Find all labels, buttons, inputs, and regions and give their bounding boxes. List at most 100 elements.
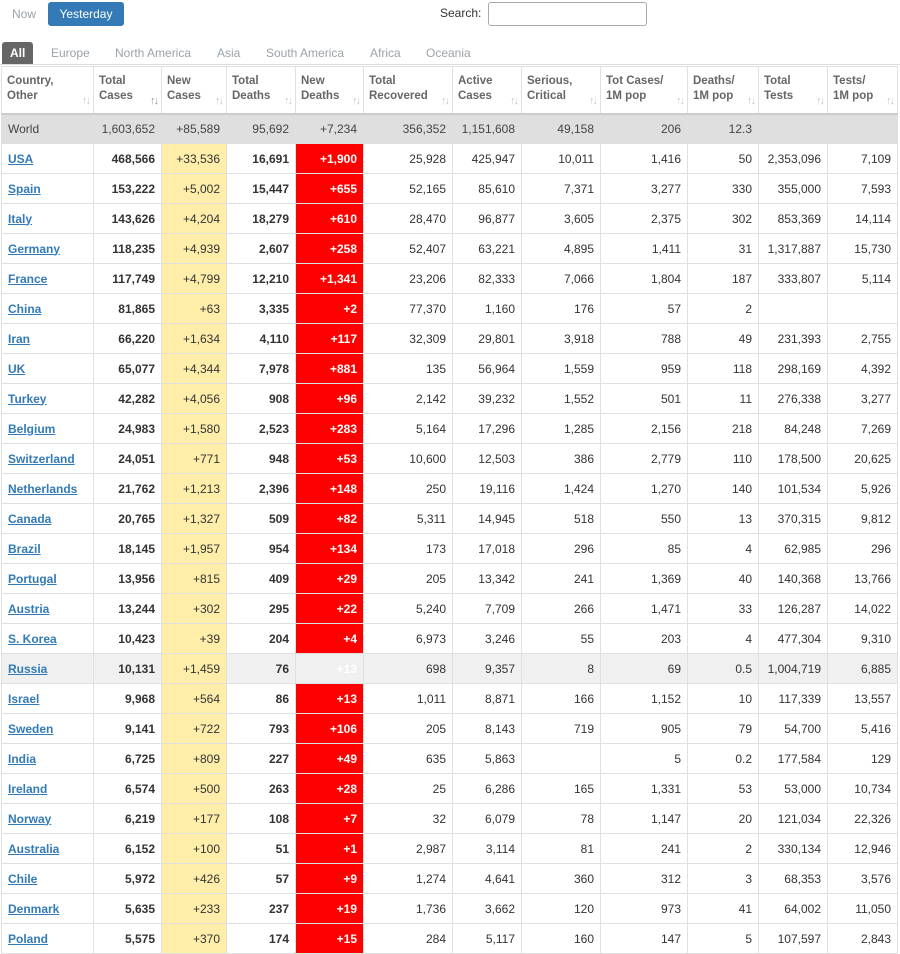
column-header-deaths-per-1m[interactable]: Deaths/1M pop ↑↓ — [687, 66, 759, 115]
country-link[interactable]: UK — [8, 362, 25, 376]
column-header-label: 1M pop — [833, 90, 874, 102]
country-link[interactable]: Israel — [8, 692, 39, 706]
cell-total-recovered: 250 — [363, 473, 453, 504]
country-link[interactable]: Sweden — [8, 722, 53, 736]
cell-tests-per-1m: 22,326 — [827, 803, 898, 834]
cell-total-deaths: 15,447 — [226, 173, 296, 204]
column-header-label: Total — [99, 75, 126, 87]
country-link[interactable]: Portugal — [8, 572, 57, 586]
cell-total-tests: 117,339 — [758, 683, 828, 714]
cell-total-cases: 13,244 — [93, 593, 162, 624]
cell-new-deaths: +117 — [295, 323, 364, 354]
cell-active-cases: 85,610 — [452, 173, 522, 204]
cell-tests-per-1m: 3,277 — [827, 383, 898, 414]
cell-serious-critical: 266 — [521, 593, 601, 624]
country-link[interactable]: Spain — [8, 182, 41, 196]
now-toggle[interactable]: Now — [4, 3, 44, 25]
cell-total-deaths: 108 — [226, 803, 296, 834]
cell-tests-per-1m: 11,050 — [827, 893, 898, 924]
column-header-new-deaths[interactable]: New Deaths ↑↓ — [295, 66, 364, 115]
cell-serious-critical: 386 — [521, 443, 601, 474]
top-bar: Now Yesterday Search: — [0, 0, 900, 38]
region-tab-all[interactable]: All — [2, 42, 34, 64]
country-link[interactable]: Iran — [8, 332, 30, 346]
cell-tot-cases-per-1m: 1,804 — [600, 263, 688, 294]
column-header-total-tests[interactable]: Total Tests ↑↓ — [758, 66, 828, 115]
yesterday-toggle[interactable]: Yesterday — [48, 2, 124, 26]
region-tab-asia[interactable]: Asia — [217, 42, 240, 64]
cell-total-recovered: 698 — [363, 653, 453, 684]
country-link[interactable]: S. Korea — [8, 632, 57, 646]
cell-active-cases: 3,662 — [452, 893, 522, 924]
column-header-total-recovered[interactable]: Total Recovered ↑↓ — [363, 66, 453, 115]
region-tab-africa[interactable]: Africa — [370, 42, 401, 64]
cell-active-cases: 96,877 — [452, 203, 522, 234]
country-link[interactable]: Canada — [8, 512, 51, 526]
cell-tot-cases-per-1m: 3,277 — [600, 173, 688, 204]
table-body: World 1,603,652 +85,589 95,692 +7,234 356,352… — [1, 113, 898, 954]
cell-country: Sweden — [1, 713, 94, 744]
cell-new-cases: +426 — [161, 863, 227, 894]
country-link[interactable]: Denmark — [8, 902, 59, 916]
country-link[interactable]: Switzerland — [8, 452, 75, 466]
cell-total-cases: 10,423 — [93, 623, 162, 654]
country-link[interactable]: Belgium — [8, 422, 55, 436]
table-row: Italy 143,626 +4,204 18,279 +610 28,470 96,877… — [1, 203, 898, 234]
column-header-label: Total — [232, 75, 259, 87]
cell-total-deaths: 409 — [226, 563, 296, 594]
region-tab-oceania[interactable]: Oceania — [426, 42, 471, 64]
region-tab-europe[interactable]: Europe — [51, 42, 90, 64]
country-link[interactable]: Netherlands — [8, 482, 77, 496]
sort-arrows-icon: ↑↓ — [82, 94, 91, 107]
cell-total-tests: 177,584 — [758, 743, 828, 774]
country-link[interactable]: Germany — [8, 242, 60, 256]
cell-tests-per-1m: 14,022 — [827, 593, 898, 624]
country-link[interactable]: India — [8, 752, 36, 766]
cell-new-deaths: +29 — [295, 563, 364, 594]
search-input[interactable] — [488, 2, 647, 26]
country-link[interactable]: China — [8, 302, 41, 316]
country-link[interactable]: Chile — [8, 872, 37, 886]
column-header-serious-critical[interactable]: Serious, Critical ↑↓ — [521, 66, 601, 115]
cell-total-recovered: 173 — [363, 533, 453, 564]
cell-total-tests: 330,134 — [758, 833, 828, 864]
column-header-country[interactable]: Country, Other ↑↓ — [1, 66, 94, 115]
table-row: Ireland 6,574 +500 263 +28 25 6,286 165 1,331 53 5… — [1, 773, 898, 804]
country-link[interactable]: Turkey — [8, 392, 46, 406]
country-link[interactable]: Poland — [8, 932, 48, 946]
column-header-total-deaths[interactable]: Total Deaths ↑↓ — [226, 66, 296, 115]
country-link[interactable]: Russia — [8, 662, 47, 676]
cell-country: Ireland — [1, 773, 94, 804]
region-tab-south-america[interactable]: South America — [266, 42, 344, 64]
cell-tests-per-1m — [827, 113, 898, 144]
column-header-tot-cases-per-1m[interactable]: Tot Cases/1M pop ↑↓ — [600, 66, 688, 115]
cell-tot-cases-per-1m: 1,411 — [600, 233, 688, 264]
country-link[interactable]: USA — [8, 152, 33, 166]
cell-deaths-per-1m: 5 — [687, 923, 759, 954]
table-row: Brazil 18,145 +1,957 954 +134 173 17,018 296 85 4… — [1, 533, 898, 564]
cell-total-recovered: 205 — [363, 713, 453, 744]
country-link[interactable]: Italy — [8, 212, 32, 226]
region-tab-north-america[interactable]: North America — [115, 42, 191, 64]
cell-active-cases: 7,709 — [452, 593, 522, 624]
cell-deaths-per-1m: 110 — [687, 443, 759, 474]
country-link[interactable]: Australia — [8, 842, 59, 856]
cell-deaths-per-1m: 50 — [687, 143, 759, 174]
cell-total-deaths: 57 — [226, 863, 296, 894]
table-row: Sweden 9,141 +722 793 +106 205 8,143 719 905 79 54… — [1, 713, 898, 744]
cell-total-recovered: 77,370 — [363, 293, 453, 324]
country-link[interactable]: Norway — [8, 812, 51, 826]
country-link[interactable]: Brazil — [8, 542, 41, 556]
table-row: Canada 20,765 +1,327 509 +82 5,311 14,945 518 55… — [1, 503, 898, 534]
column-header-total-cases[interactable]: Total Cases ↑↓ — [93, 66, 162, 115]
column-header-tests-per-1m[interactable]: Tests/1M pop ↑↓ — [827, 66, 898, 115]
cell-tot-cases-per-1m: 1,471 — [600, 593, 688, 624]
country-link[interactable]: Austria — [8, 602, 49, 616]
cell-active-cases: 13,342 — [452, 563, 522, 594]
cell-serious-critical: 1,559 — [521, 353, 601, 384]
column-header-new-cases[interactable]: New Cases ↑↓ — [161, 66, 227, 115]
column-header-active-cases[interactable]: Active Cases ↑↓ — [452, 66, 522, 115]
column-header-label: 1M pop — [693, 90, 734, 102]
country-link[interactable]: France — [8, 272, 47, 286]
country-link[interactable]: Ireland — [8, 782, 47, 796]
